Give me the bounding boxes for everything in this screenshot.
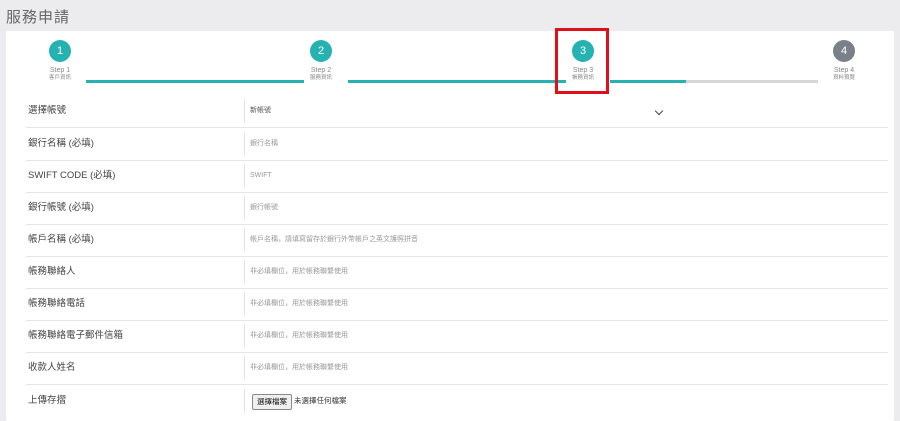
row-bank-account: 銀行帳號 (必填) 銀行帳號: [26, 192, 888, 225]
account-name-label: 帳戶名稱 (必填): [28, 234, 94, 245]
upload-label: 上傳存摺: [28, 395, 67, 406]
page-title: 服務申請: [6, 9, 71, 26]
swift-code-label: SWIFT CODE (必填): [28, 170, 116, 181]
step-4-circle: 4: [833, 40, 855, 62]
step-1-sub: 客戶資訊: [48, 75, 71, 81]
step-1-label: Step 1: [49, 67, 71, 74]
current-step-highlight: [555, 28, 609, 94]
step-2-sub: 服務資訊: [309, 75, 332, 81]
divider: [244, 99, 245, 123]
progress-bar-2-3: [348, 80, 566, 83]
billing-contact-label: 帳務聯絡人: [28, 266, 76, 277]
step-1[interactable]: 1 Step 1 客戶資訊: [20, 40, 100, 82]
row-account-select: 選擇帳號 新帳號: [26, 95, 888, 128]
divider: [244, 196, 245, 220]
divider: [244, 164, 245, 188]
row-swift-code: SWIFT CODE (必填) SWIFT: [26, 160, 888, 193]
row-billing-contact: 帳務聯絡人 非必填欄位，用於帳務聯繫使用: [26, 256, 888, 289]
payee-name-input[interactable]: 非必填欄位，用於帳務聯繫使用: [250, 358, 664, 378]
swift-code-input[interactable]: SWIFT: [250, 166, 664, 186]
divider: [244, 132, 245, 156]
billing-email-label: 帳務聯絡電子郵件信箱: [28, 330, 124, 341]
row-upload: 上傳存摺 選擇檔案 未選擇任何檔案: [26, 385, 888, 417]
bank-name-label: 銀行名稱 (必填): [28, 138, 94, 149]
row-account-name: 帳戶名稱 (必填) 帳戶名稱，請填寫留存於銀行外幣帳戶之英文護照拼音: [26, 224, 888, 257]
step-2[interactable]: 2 Step 2 服務資訊: [281, 40, 361, 82]
progress-bar-3-4-todo: [686, 80, 818, 83]
billing-phone-input[interactable]: 非必填欄位，用於帳務聯繫使用: [250, 294, 664, 314]
form-card: 1 Step 1 客戶資訊 2 Step 2 服務資訊 3 Step 3 帳務資…: [6, 28, 894, 421]
account-select-label: 選擇帳號: [28, 105, 67, 116]
step-4[interactable]: 4 Step 4 資料預覽: [804, 40, 884, 82]
account-name-input[interactable]: 帳戶名稱，請填寫留存於銀行外幣帳戶之英文護照拼音: [250, 230, 664, 250]
billing-phone-label: 帳務聯絡電話: [28, 298, 86, 309]
divider: [244, 260, 245, 284]
choose-file-button[interactable]: 選擇檔案: [252, 394, 292, 410]
bank-name-input[interactable]: 銀行名稱: [250, 134, 664, 154]
divider: [244, 356, 245, 380]
row-billing-phone: 帳務聯絡電話 非必填欄位，用於帳務聯繫使用: [26, 288, 888, 321]
divider: [244, 324, 245, 348]
account-select[interactable]: 新帳號: [250, 101, 664, 121]
file-status-text: 未選擇任何檔案: [294, 396, 347, 405]
divider: [244, 228, 245, 252]
step-4-sub: 資料預覽: [832, 75, 855, 81]
row-payee-name: 收款人姓名 非必填欄位，用於帳務聯繫使用: [26, 352, 888, 385]
row-bank-name: 銀行名稱 (必填) 銀行名稱: [26, 128, 888, 161]
divider: [244, 292, 245, 316]
step-4-label: Step 4: [833, 67, 855, 74]
progress-bar-1-2: [86, 80, 304, 83]
step-2-label: Step 2: [310, 67, 332, 74]
step-2-circle: 2: [310, 40, 332, 62]
step-1-circle: 1: [49, 40, 71, 62]
divider: [244, 389, 245, 413]
billing-contact-input[interactable]: 非必填欄位，用於帳務聯繫使用: [250, 262, 664, 282]
row-billing-email: 帳務聯絡電子郵件信箱 非必填欄位，用於帳務聯繫使用: [26, 320, 888, 353]
bank-account-label: 銀行帳號 (必填): [28, 202, 94, 213]
payee-name-label: 收款人姓名: [28, 362, 76, 373]
bank-account-input[interactable]: 銀行帳號: [250, 198, 664, 218]
billing-email-input[interactable]: 非必填欄位，用於帳務聯繫使用: [250, 326, 664, 346]
